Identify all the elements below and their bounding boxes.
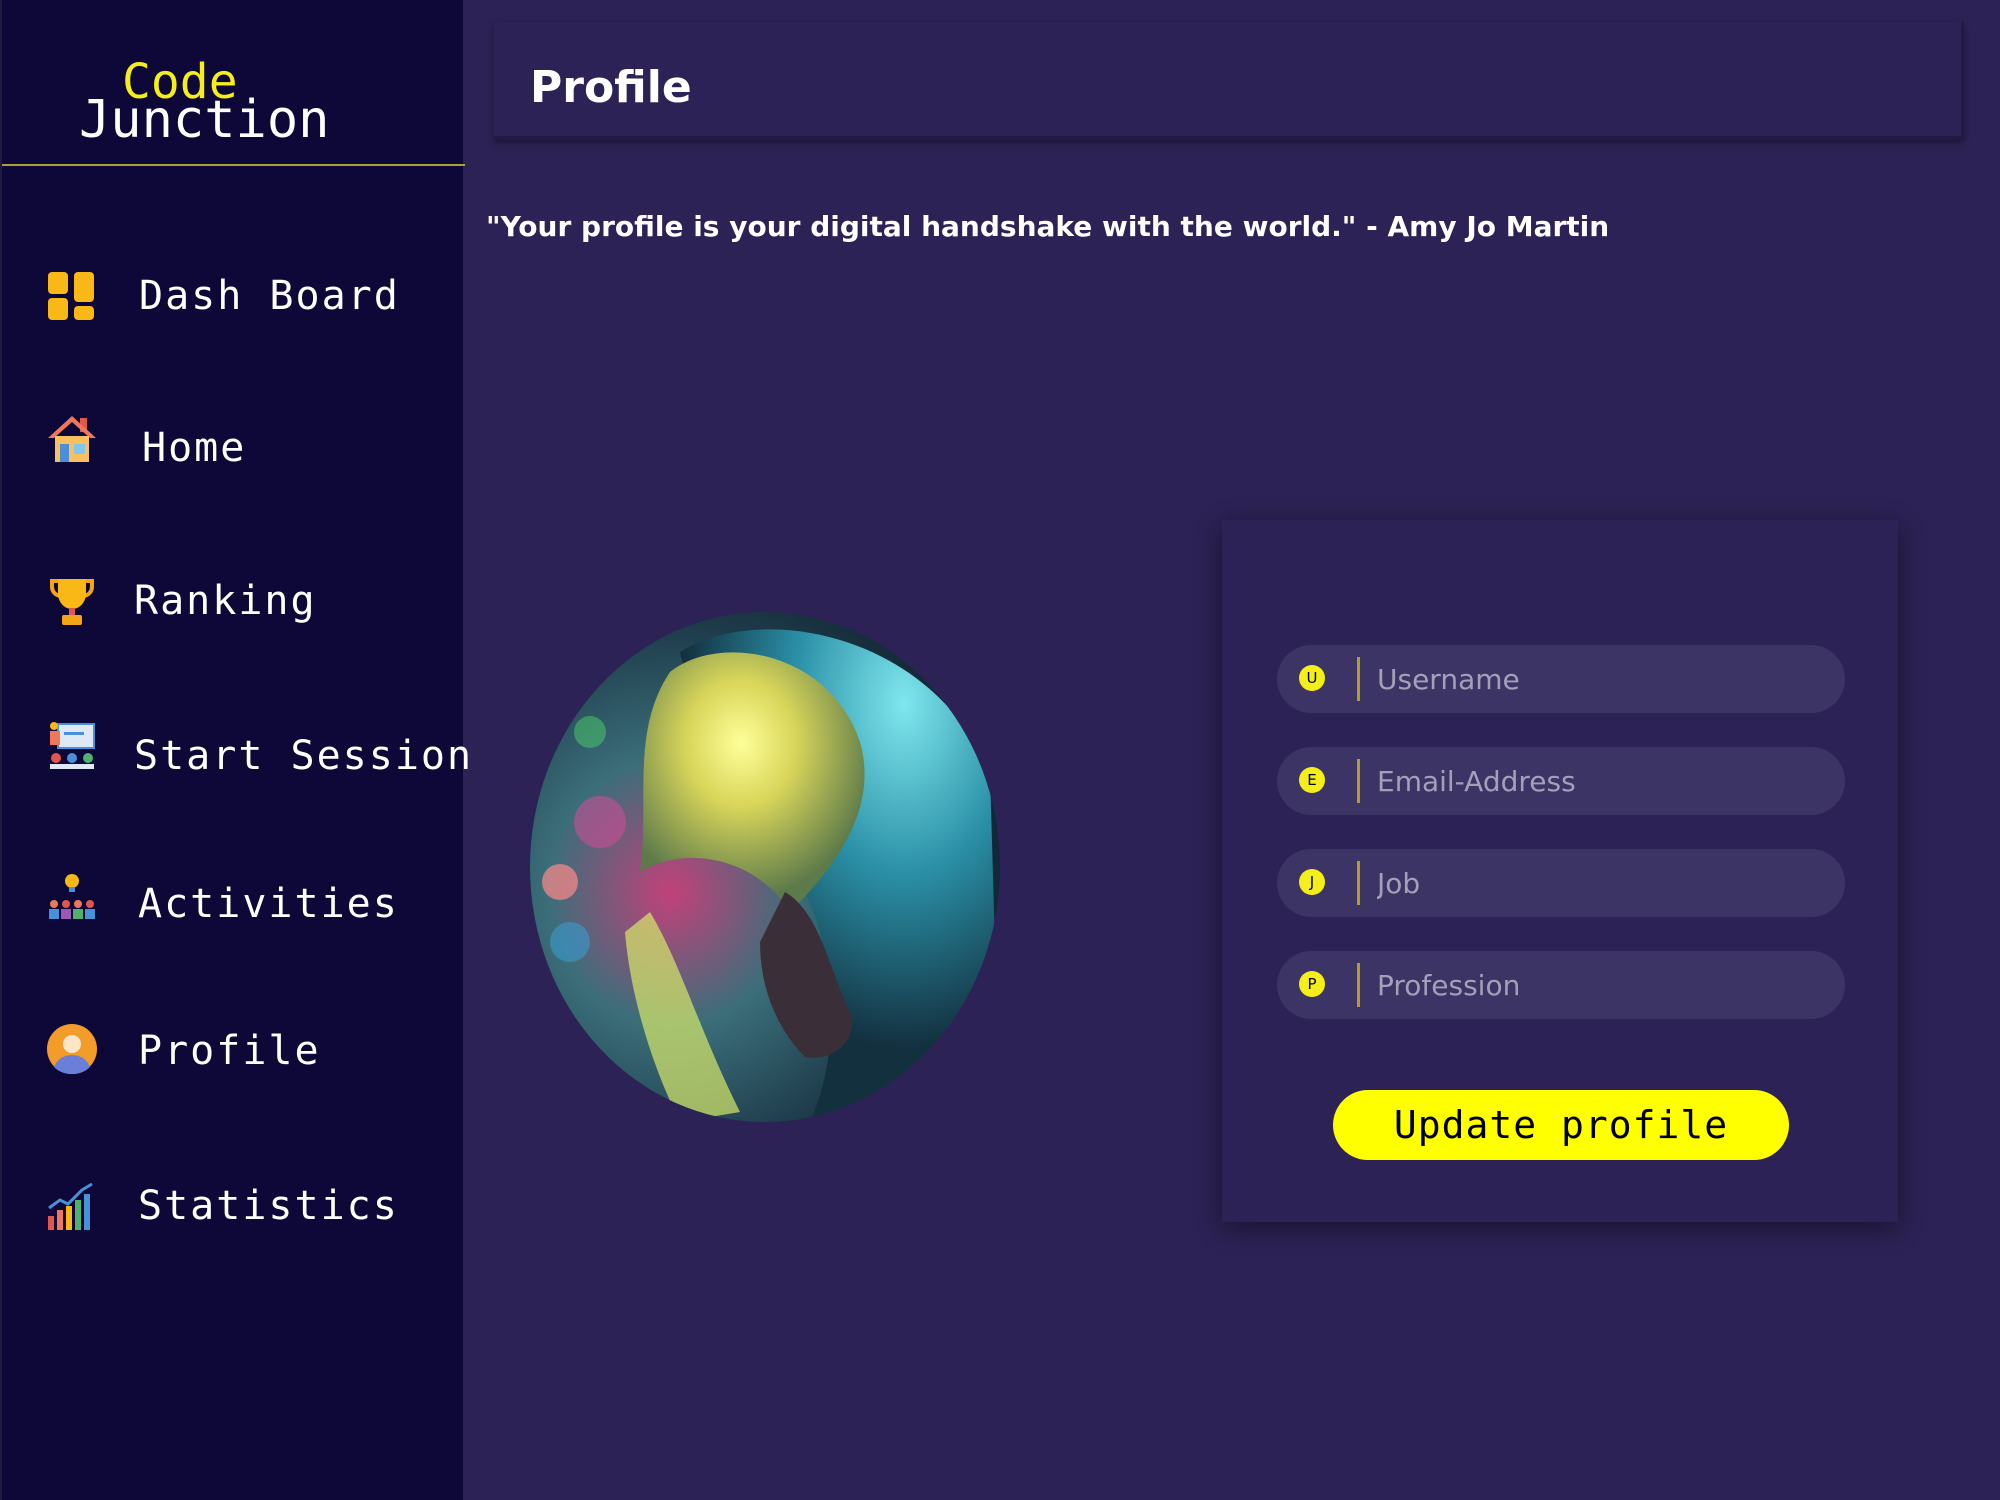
sidebar-item-start-session-label: Start Session	[134, 733, 474, 779]
update-profile-button[interactable]: Update profile	[1333, 1090, 1789, 1160]
email-input[interactable]	[1377, 747, 1827, 815]
dashboard-icon	[46, 270, 98, 322]
sidebar-item-dashboard[interactable]: Dash Board	[2, 250, 465, 340]
profile-quote: "Your profile is your digital handshake …	[486, 210, 1610, 243]
field-divider	[1357, 759, 1360, 803]
username-input[interactable]	[1377, 645, 1827, 713]
profile-avatar[interactable]	[530, 612, 1000, 1122]
sidebar-item-profile[interactable]: Profile	[2, 1005, 465, 1095]
team-idea-icon	[46, 872, 98, 924]
user-icon	[46, 1023, 98, 1075]
home-icon	[46, 414, 98, 466]
bar-chart-icon	[46, 1180, 98, 1232]
job-badge-icon: J	[1299, 869, 1325, 895]
sidebar-item-dashboard-label: Dash Board	[139, 273, 400, 319]
sidebar-item-activities[interactable]: Activities	[2, 858, 465, 948]
field-divider	[1357, 861, 1360, 905]
brand-logo[interactable]: Code Junction	[2, 0, 465, 166]
sidebar-item-activities-label: Activities	[138, 881, 399, 927]
sidebar-item-statistics-label: Statistics	[138, 1183, 399, 1229]
avatar-image	[530, 612, 1000, 1122]
profile-form-card: U E J P Update profile	[1222, 520, 1898, 1222]
username-badge-icon: U	[1299, 665, 1325, 691]
trophy-icon	[46, 577, 98, 629]
page-title: Profile	[530, 62, 692, 113]
page-header: Profile	[494, 22, 1964, 140]
profession-badge-icon: P	[1299, 971, 1325, 997]
sidebar-item-statistics[interactable]: Statistics	[2, 1160, 465, 1250]
sidebar-item-profile-label: Profile	[138, 1028, 321, 1074]
email-field[interactable]: E	[1277, 747, 1845, 815]
job-input[interactable]	[1377, 849, 1827, 917]
username-field[interactable]: U	[1277, 645, 1845, 713]
profession-input[interactable]	[1377, 951, 1827, 1019]
presentation-icon	[46, 720, 98, 772]
sidebar-item-start-session[interactable]: Start Session	[2, 710, 471, 800]
sidebar-item-ranking[interactable]: Ranking	[2, 555, 465, 645]
sidebar-item-home[interactable]: Home	[2, 400, 465, 490]
brand-logo-junction: Junction	[79, 90, 330, 150]
job-field[interactable]: J	[1277, 849, 1845, 917]
sidebar-item-ranking-label: Ranking	[134, 578, 317, 624]
profession-field[interactable]: P	[1277, 951, 1845, 1019]
sidebar-item-home-label: Home	[142, 425, 247, 471]
sidebar: Code Junction Dash Board Home Ranking St…	[0, 0, 471, 1500]
field-divider	[1357, 963, 1360, 1007]
field-divider	[1357, 657, 1360, 701]
email-badge-icon: E	[1299, 767, 1325, 793]
